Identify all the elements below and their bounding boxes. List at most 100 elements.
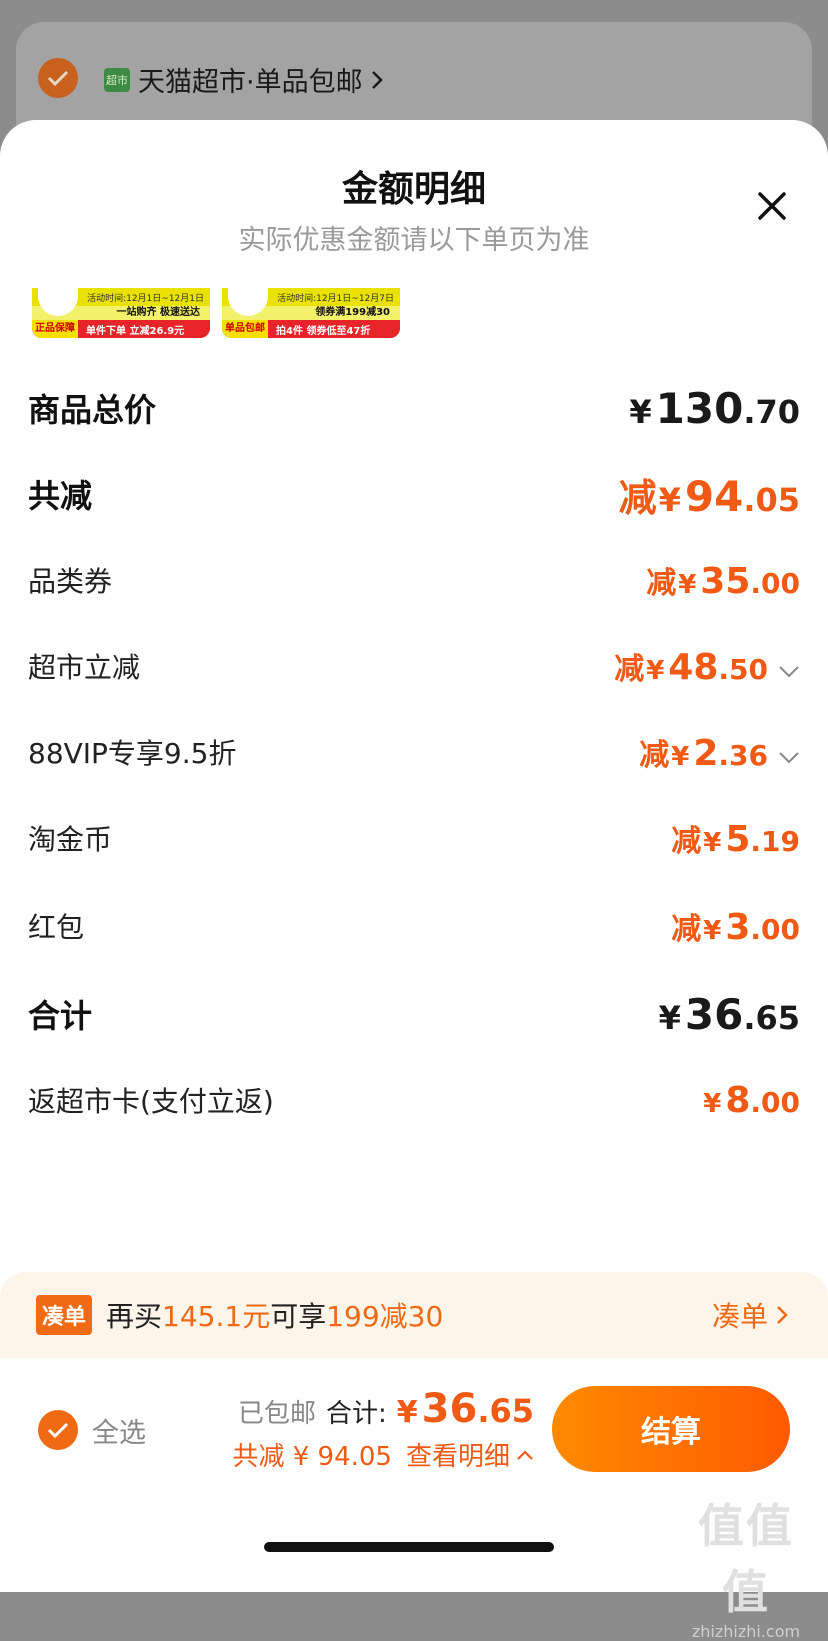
thumb-promo: 拍4件 领券低至47折	[276, 325, 371, 337]
amount-int: 5	[725, 819, 751, 860]
amount-dec: .05	[743, 480, 800, 519]
row-amount: 减 ¥94.05	[619, 467, 800, 522]
currency-symbol: ¥	[396, 1395, 418, 1430]
discount-prefix: 减	[639, 738, 670, 773]
view-detail-toggle[interactable]: 查看明细	[406, 1436, 534, 1473]
currency-symbol: ¥	[703, 1088, 722, 1119]
row-supermarket-card-cashback: 返超市卡(支付立返) ¥8.00	[28, 1076, 800, 1124]
add-on-promo-bar: 凑单 再买145.1元可享199减30 凑单	[0, 1272, 828, 1358]
amount-int: 36	[684, 989, 744, 1039]
amount-int: 3	[725, 907, 751, 948]
amount-detail-sheet: 金额明细 实际优惠金额请以下单页为准 活动时间:12月1日~12月1日 一站购齐…	[0, 120, 828, 1592]
promo-text: 再买145.1元可享199减30	[106, 1295, 443, 1335]
currency-symbol: ¥	[703, 916, 722, 946]
select-all-toggle[interactable]: 全选	[38, 1410, 146, 1450]
row-supermarket-discount[interactable]: 超市立减 减 ¥48.50	[28, 642, 800, 690]
amount-dec: .00	[750, 1085, 800, 1119]
promo-offer: 199减30	[326, 1300, 444, 1333]
free-shipping-label: 已包邮	[237, 1399, 316, 1429]
row-goods-total: 商品总价 ¥130.70	[28, 382, 800, 434]
promo-amount: 145.1元	[162, 1300, 271, 1333]
total-label: 合计:	[326, 1399, 387, 1429]
row-label: 88VIP专享9.5折	[28, 737, 237, 770]
amount-int: 8	[725, 1079, 751, 1121]
amount-dec: .36	[718, 739, 768, 772]
home-indicator[interactable]	[264, 1542, 554, 1552]
row-red-packet: 红包 减 ¥3.00	[28, 902, 800, 950]
row-amount: ¥8.00	[703, 1080, 800, 1121]
select-all-label: 全选	[92, 1417, 146, 1449]
thumb-promo: 单件下单 立减26.9元	[86, 325, 185, 337]
chevron-down-icon[interactable]	[778, 665, 800, 679]
add-on-tag: 凑单	[36, 1295, 93, 1335]
row-label: 共减	[28, 477, 93, 515]
thumb-badge: 单品包邮	[222, 320, 268, 338]
discount-prefix: 减	[646, 566, 677, 601]
close-button[interactable]	[752, 186, 792, 226]
thumb-badge: 正品保障	[32, 320, 78, 338]
currency-symbol: ¥	[671, 742, 690, 772]
currency-symbol: ¥	[658, 998, 681, 1037]
view-detail-label: 查看明细	[405, 1442, 510, 1472]
amount-int: 36	[421, 1386, 478, 1432]
sheet-subtitle: 实际优惠金额请以下单页为准	[238, 225, 590, 256]
row-amount: 减 ¥48.50	[614, 644, 800, 688]
store-name: 天猫超市·单品包邮	[138, 67, 363, 98]
amount-dec: .70	[743, 392, 800, 431]
row-amount: ¥36.65	[659, 990, 800, 1039]
discount-prefix: 减	[618, 475, 657, 520]
discount-prefix: 减	[671, 912, 702, 947]
row-amount: 减 ¥5.19	[671, 816, 800, 860]
store-check-icon[interactable]	[38, 58, 78, 98]
amount-int: 48	[668, 647, 719, 688]
row-label: 超市立减	[28, 651, 141, 684]
row-label: 品类券	[28, 565, 113, 598]
row-amount: 减 ¥3.00	[671, 904, 800, 948]
amount-dec: .00	[750, 567, 800, 600]
chevron-right-icon	[371, 70, 383, 89]
row-label: 商品总价	[28, 391, 157, 429]
product-thumbnail[interactable]: 活动时间:12月1日~12月7日 领券满199减30 单品包邮 拍4件 领券低至4…	[222, 288, 400, 338]
row-label: 返超市卡(支付立返)	[28, 1085, 274, 1118]
footer-summary: 已包邮 合计: ¥36.65 共减 ¥ 94.05 查看明细	[232, 1386, 534, 1473]
amount-int: 130	[655, 383, 744, 433]
amount-dec: .50	[718, 653, 768, 686]
checkout-button[interactable]: 结算	[552, 1386, 790, 1472]
product-thumbnail[interactable]: 活动时间:12月1日~12月1日 一站购齐 极速送达 正品保障 单件下单 立减26…	[32, 288, 210, 338]
add-on-link-label: 凑单	[711, 1300, 768, 1333]
discount-prefix: 减	[614, 652, 645, 687]
amount-dec: .65	[743, 998, 800, 1037]
chevron-right-icon	[777, 1306, 788, 1324]
currency-symbol: ¥	[629, 392, 652, 431]
currency-symbol: ¥	[646, 656, 665, 686]
row-label: 淘金币	[28, 823, 113, 856]
chevron-down-icon[interactable]	[778, 751, 800, 765]
promo-text-b: 可享	[270, 1300, 327, 1333]
tmall-supermarket-logo: 超市	[104, 67, 130, 92]
amount-int: 94	[684, 471, 744, 521]
store-link[interactable]: 超市 天猫超市·单品包邮	[104, 60, 385, 99]
currency-symbol: ¥	[703, 828, 722, 858]
promo-text-a: 再买	[106, 1300, 163, 1333]
currency-symbol: ¥	[678, 570, 697, 600]
close-icon	[758, 192, 786, 220]
row-grand-total: 合计 ¥36.65	[28, 988, 800, 1040]
row-total-discount: 共减 减 ¥94.05	[28, 467, 800, 522]
footer-total: ¥36.65	[397, 1386, 534, 1432]
row-label: 合计	[28, 997, 93, 1035]
row-amount: 减 ¥2.36	[639, 730, 800, 774]
amount-dec: .65	[477, 1392, 534, 1430]
row-amount: 减 ¥35.00	[646, 558, 800, 602]
check-icon	[38, 1410, 78, 1450]
add-on-link[interactable]: 凑单	[712, 1295, 790, 1335]
chevron-up-icon	[517, 1449, 533, 1460]
amount-int: 2	[693, 733, 719, 774]
amount-dec: .00	[750, 913, 800, 946]
watermark: 值值值 zhizhizhi.com	[676, 1490, 816, 1641]
sheet-title: 金额明细	[341, 169, 486, 210]
row-amount: ¥130.70	[629, 384, 800, 433]
discount-prefix: 减	[671, 824, 702, 859]
row-label: 红包	[28, 911, 85, 944]
watermark-url: zhizhizhi.com	[691, 1622, 801, 1641]
row-88vip-discount[interactable]: 88VIP专享9.5折 减 ¥2.36	[28, 728, 800, 776]
